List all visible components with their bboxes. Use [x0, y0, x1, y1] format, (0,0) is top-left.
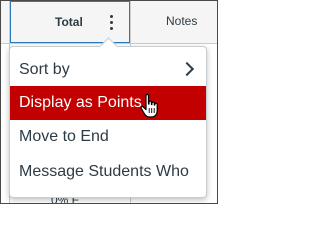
menu-item-message-students-who[interactable]: Message Students Who [10, 156, 206, 188]
gradebook-window: Total Notes 0% F Sort by Display as Poin… [0, 0, 218, 204]
notes-column-label: Notes [166, 14, 198, 28]
menu-item-move-to-end[interactable]: Move to End [10, 121, 206, 153]
total-column-header[interactable]: Total [10, 1, 130, 43]
menu-item-sort-by[interactable]: Sort by [10, 54, 206, 86]
menu-item-display-as-points[interactable]: Display as Points [10, 86, 206, 120]
column-options-menu: Sort by Display as Points Move to End Me… [9, 37, 207, 198]
menu-item-label: Display as Points [19, 94, 142, 111]
menu-item-label: Sort by [19, 61, 70, 78]
hand-pointer-icon [140, 93, 158, 118]
previous-column-header [1, 1, 10, 43]
chevron-right-icon [179, 61, 195, 77]
menu-item-label: Message Students Who [19, 163, 189, 180]
notes-column-header[interactable]: Notes [130, 1, 217, 43]
total-column-label: Total [55, 15, 83, 29]
menu-item-label: Move to End [19, 128, 109, 145]
more-vertical-icon[interactable] [104, 10, 118, 34]
